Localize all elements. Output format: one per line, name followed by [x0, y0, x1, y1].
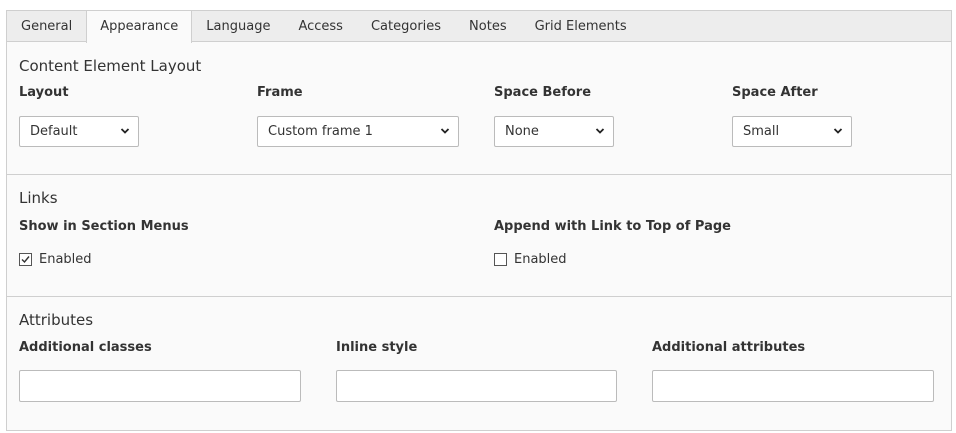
chevron-down-icon — [440, 128, 450, 134]
tab-access[interactable]: Access — [284, 10, 357, 41]
layout-label: Layout — [19, 85, 69, 100]
tab-panel-appearance: Content Element Layout Layout Default Fr… — [6, 41, 952, 431]
tab-bar: General Appearance Language Access Categ… — [6, 10, 952, 43]
tab-notes[interactable]: Notes — [455, 10, 521, 41]
content-element-form: General Appearance Language Access Categ… — [6, 10, 952, 431]
checkbox-unchecked[interactable] — [494, 252, 507, 266]
space-after-label: Space After — [732, 85, 818, 100]
additional-attributes-input[interactable] — [652, 370, 934, 402]
tab-general[interactable]: General — [7, 10, 86, 41]
space-before-select-value: None — [505, 124, 539, 139]
show-in-menus-label: Show in Section Menus — [19, 219, 189, 234]
space-before-select[interactable]: None — [494, 116, 614, 147]
additional-classes-input[interactable] — [19, 370, 301, 402]
layout-section-title: Content Element Layout — [19, 57, 202, 75]
inline-style-label: Inline style — [336, 340, 418, 355]
attributes-section-title: Attributes — [19, 311, 94, 329]
layout-section: Content Element Layout Layout Default Fr… — [7, 42, 951, 175]
attributes-section: Attributes Additional classes Inline sty… — [7, 297, 951, 430]
link-to-top-label: Append with Link to Top of Page — [494, 219, 731, 234]
tab-categories[interactable]: Categories — [357, 10, 455, 41]
layout-select-value: Default — [30, 124, 78, 139]
show-in-menus-option: Enabled — [39, 251, 92, 267]
frame-select[interactable]: Custom frame 1 — [257, 116, 459, 147]
space-after-select-value: Small — [743, 124, 780, 139]
show-in-menus-checkbox[interactable]: Enabled — [19, 251, 92, 267]
additional-classes-label: Additional classes — [19, 340, 152, 355]
checkbox-checked[interactable] — [19, 252, 32, 266]
chevron-down-icon — [595, 128, 605, 134]
frame-label: Frame — [257, 85, 303, 100]
link-to-top-option: Enabled — [514, 251, 567, 267]
checkmark-icon — [21, 255, 30, 263]
links-section: Links Show in Section Menus Enabled Appe… — [7, 175, 951, 297]
tab-grid-elements[interactable]: Grid Elements — [521, 10, 641, 41]
layout-select[interactable]: Default — [19, 116, 139, 147]
link-to-top-checkbox[interactable]: Enabled — [494, 251, 567, 267]
space-after-select[interactable]: Small — [732, 116, 852, 147]
space-before-label: Space Before — [494, 85, 592, 100]
chevron-down-icon — [120, 128, 130, 134]
links-section-title: Links — [19, 189, 58, 207]
chevron-down-icon — [833, 128, 843, 134]
inline-style-input[interactable] — [336, 370, 617, 402]
frame-select-value: Custom frame 1 — [268, 124, 373, 139]
tab-language[interactable]: Language — [192, 10, 284, 41]
tab-appearance[interactable]: Appearance — [86, 10, 193, 43]
additional-attributes-label: Additional attributes — [652, 340, 806, 355]
